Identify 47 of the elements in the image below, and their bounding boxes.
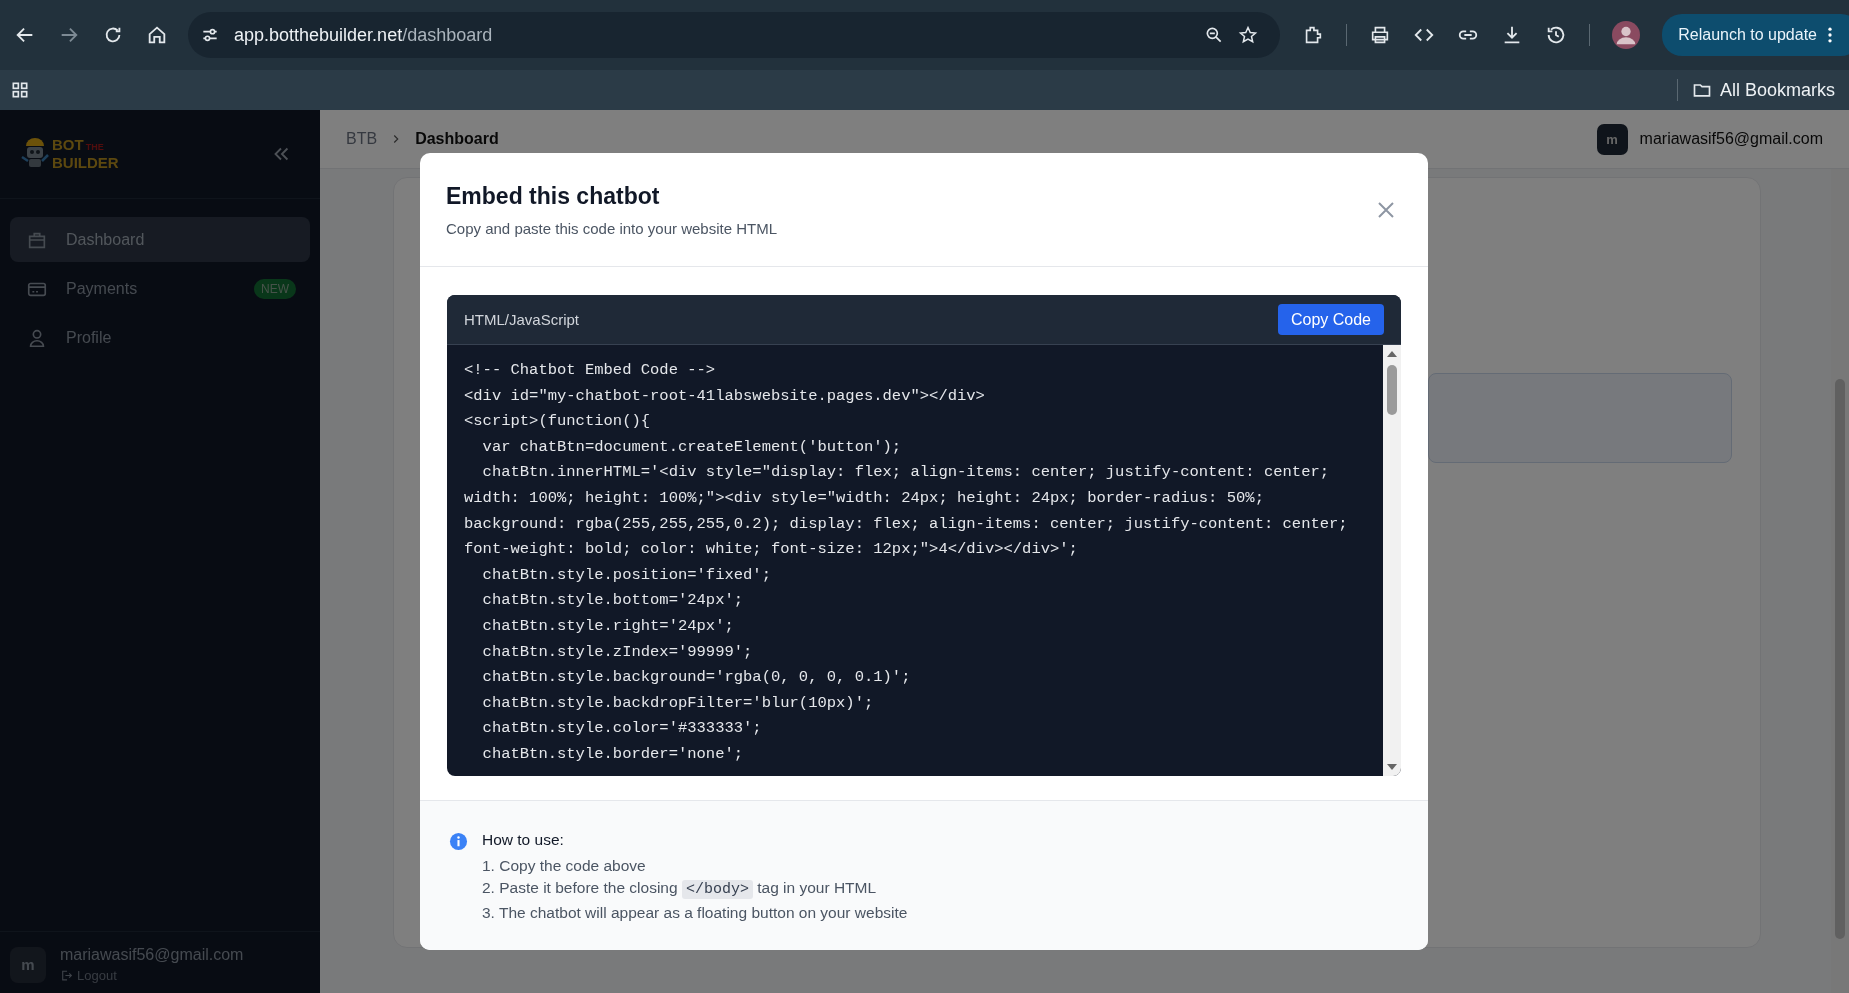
info-icon [449, 832, 468, 851]
url-text: app.botthebuilder.net/dashboard [234, 24, 493, 46]
scroll-thumb[interactable] [1835, 379, 1845, 939]
code-line: chatBtn.style.bottom='24px'; [481, 590, 745, 612]
user-avatar: m [1596, 123, 1628, 155]
relaunch-button[interactable]: Relaunch to update [1662, 14, 1849, 56]
code-line: <div id="my-chatbot-root-41labswebsite.pages.dev"></div> [464, 385, 986, 407]
scroll-thumb[interactable] [1387, 365, 1397, 415]
code-line: <!-- Chatbot Embed Code --> [464, 360, 717, 381]
avatar-icon[interactable] [1612, 21, 1641, 49]
language-label: HTML/JavaScript [464, 311, 580, 328]
code-line: chatBtn.innerHTML='<div style="display: flex; align-items: center; justify-content: center; [481, 462, 1331, 484]
dialog-title: Embed this chatbot [446, 182, 661, 210]
dialog-subtitle: Copy and paste this code into your website HTML [446, 219, 777, 237]
new-badge: NEW [254, 278, 296, 299]
instructions-title: How to use: [482, 830, 565, 850]
instruction-step: 1. Copy the code above [482, 854, 908, 877]
star-icon[interactable] [1238, 25, 1259, 45]
address-bar[interactable]: app.botthebuilder.net/dashboard [188, 12, 1281, 58]
code-line: var chatBtn=document.createElement('button'); [481, 436, 903, 458]
scroll-up-icon[interactable] [1387, 351, 1397, 357]
instruction-step: 3. The chatbot will appear as a floating button on your website [482, 901, 908, 924]
code-line: width: 100%; height: 100%;"><div style="width: 24px; height: 24px; border-radius: 50%; [464, 487, 1265, 509]
code-line: chatBtn.style.zIndex='99999'; [481, 641, 754, 663]
code-line: font-weight: bold; color: white; font-size: 12px;">4</div></div>'; [464, 539, 1079, 561]
code-scrollbar[interactable] [1383, 345, 1401, 776]
user-email: mariawasif56@gmail.com [1639, 130, 1823, 148]
code-line: chatBtn.style.border='none'; [481, 743, 745, 765]
apps-icon[interactable] [10, 80, 30, 100]
scroll-down-icon[interactable] [1387, 764, 1397, 770]
logo: BOTTHE BUILDER [20, 137, 119, 171]
copy-code-button[interactable]: Copy Code [1277, 304, 1384, 335]
bookmarks-folder[interactable]: All Bookmarks [1691, 79, 1835, 101]
code-line: chatBtn.style.right='24px'; [481, 615, 735, 637]
breadcrumb-item[interactable]: BTB [346, 130, 378, 148]
home-icon[interactable] [146, 24, 168, 46]
breadcrumb-item[interactable]: Dashboard [415, 130, 499, 148]
code-line: background: rgba(255,255,255,0.2); display: flex; align-items: center; justify-content: center; [464, 513, 1349, 535]
code-line: chatBtn.style.background='rgba(0, 0, 0, 0.1)'; [481, 667, 912, 689]
instruction-step: 2. Paste it before the closing </body> tag in your HTML [482, 877, 908, 902]
user-email: mariawasif56@gmail.com [60, 946, 244, 964]
code-line: chatBtn.style.color='#333333'; [481, 718, 763, 740]
logout-icon [60, 969, 73, 982]
code-line: <script>(function(){ [464, 411, 652, 433]
code-line: chatBtn.style.position='fixed'; [481, 564, 772, 586]
more-icon[interactable] [1827, 25, 1833, 45]
code-line: chatBtn.style.backdropFilter='blur(10px)'; [481, 692, 875, 714]
